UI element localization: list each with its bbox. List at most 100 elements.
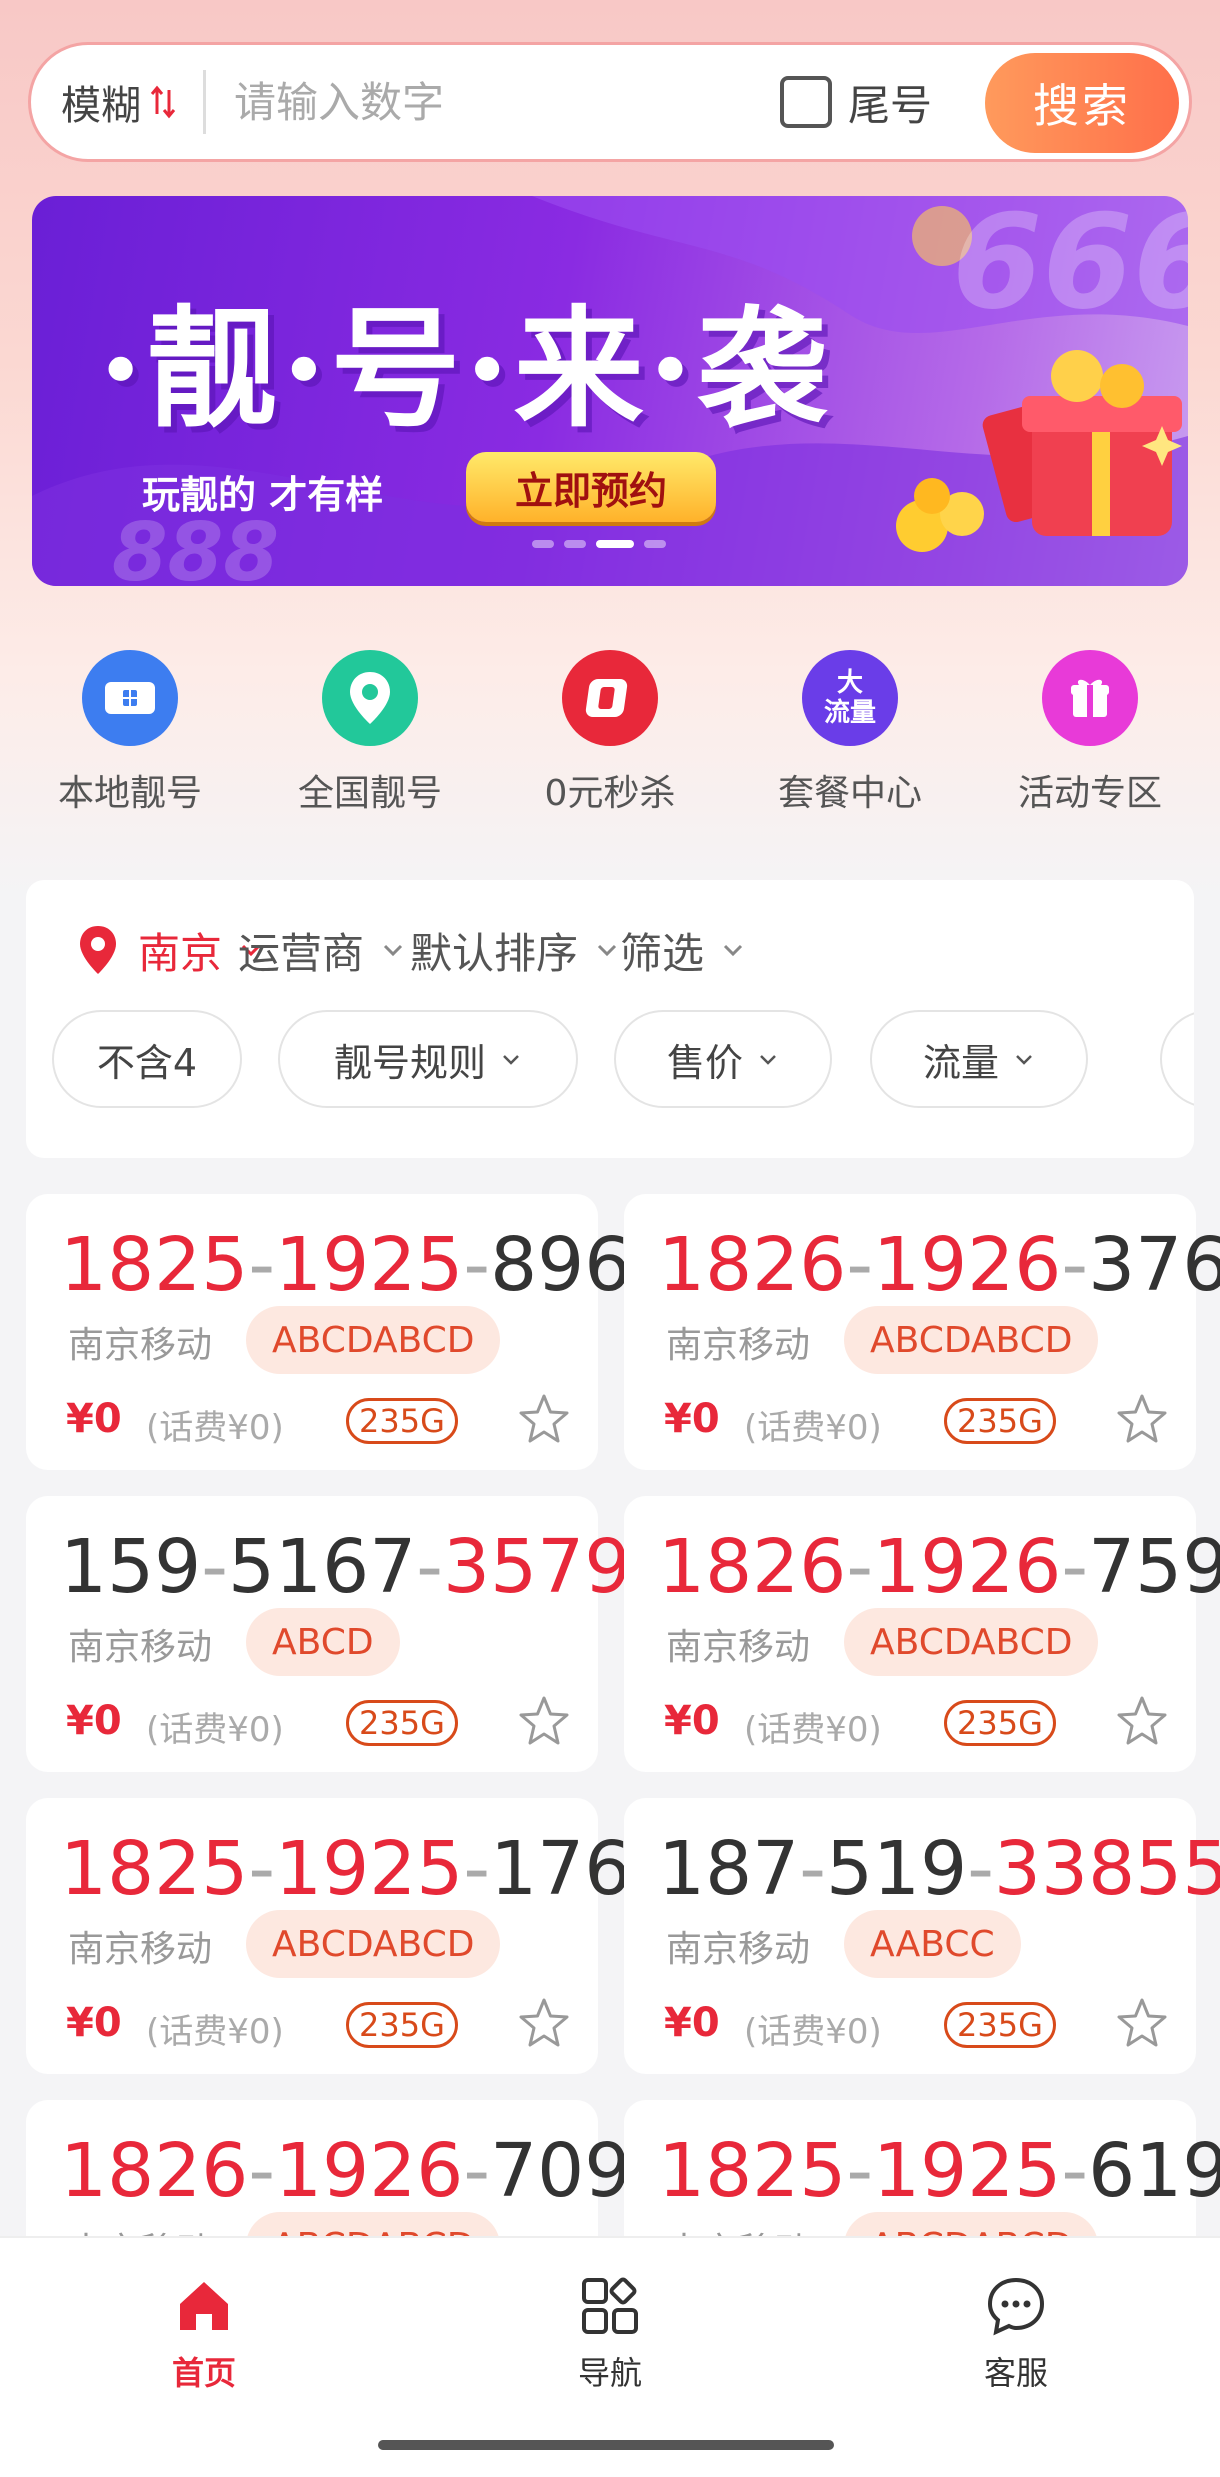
phone-number: 1825-1925-619 bbox=[658, 2128, 1220, 2214]
chip-data[interactable]: 流量 bbox=[870, 1010, 1088, 1108]
phone-number-part: 1926 bbox=[873, 1222, 1062, 1308]
phone-number-part: - bbox=[846, 1524, 874, 1610]
data-badge: 235G bbox=[944, 2002, 1056, 2048]
phone-fee: (话费¥0) bbox=[744, 1408, 882, 1448]
operator-label: 运营商 bbox=[238, 928, 365, 978]
star-icon[interactable] bbox=[1112, 1390, 1172, 1450]
phone-number-part: 1925 bbox=[873, 2128, 1062, 2214]
phone-number-part: - bbox=[463, 2128, 491, 2214]
phone-number-part: 176 bbox=[490, 1826, 632, 1912]
quick-package-center[interactable]: 大 流量 套餐中心 bbox=[740, 650, 960, 816]
chip-label: 售价 bbox=[666, 1040, 743, 1085]
quick-label: 套餐中心 bbox=[777, 773, 922, 814]
promo-banner[interactable]: 666 888 ·靓·号·来·袭 玩靓的 才有样 立即预约 bbox=[32, 196, 1188, 586]
banner-deco-666: 666 bbox=[952, 196, 1188, 338]
phone-number: 159-5167-3579 bbox=[60, 1524, 631, 1610]
carrier-location: 南京移动 bbox=[68, 1325, 213, 1366]
phone-number-part: 759 bbox=[1088, 1524, 1220, 1610]
carousel-dot[interactable] bbox=[644, 540, 666, 548]
nav-label: 客服 bbox=[983, 2354, 1048, 2392]
home-indicator bbox=[378, 2440, 834, 2450]
location-pin-icon bbox=[322, 650, 418, 746]
phone-number-part: 376 bbox=[1088, 1222, 1220, 1308]
phone-number: 1826-1926-709 bbox=[60, 2128, 631, 2214]
number-card[interactable]: 1825-1925-896 南京移动 ABCDABCD ¥0 (话费¥0) 235G bbox=[26, 1194, 631, 1470]
number-card[interactable]: 1825-1925-176 南京移动 ABCDABCD ¥0 (话费¥0) 235G bbox=[26, 1798, 631, 2074]
sort-label: 默认排序 bbox=[410, 928, 579, 978]
chevron-down-icon bbox=[597, 944, 617, 957]
phone-number-part: 1826 bbox=[60, 2128, 249, 2214]
swap-sort-icon bbox=[149, 82, 177, 122]
filter-tabs: 南京 运营商 默认排序 筛选 bbox=[26, 910, 1194, 990]
tail-number-checkbox[interactable]: 尾号 bbox=[780, 72, 932, 133]
chevron-down-icon bbox=[503, 1055, 519, 1065]
big-data-icon: 大 流量 bbox=[802, 650, 898, 746]
number-card[interactable]: 159-5167-3579 南京移动 ABCD ¥0 (话费¥0) 235G bbox=[26, 1496, 631, 1772]
price: ¥0 bbox=[664, 1396, 720, 1442]
pattern-tag: ABCDABCD bbox=[844, 1306, 1099, 1374]
chip-more[interactable] bbox=[1160, 1010, 1194, 1108]
screen-filter[interactable]: 筛选 bbox=[620, 910, 746, 990]
phone-number-part: - bbox=[463, 1826, 491, 1912]
banner-subtitle: 玩靓的 才有样 bbox=[142, 473, 384, 517]
pattern-tag: ABCD bbox=[246, 1608, 400, 1676]
city-filter[interactable]: 南京 bbox=[78, 910, 264, 990]
carousel-dot[interactable] bbox=[564, 540, 586, 548]
phone-number-part: - bbox=[416, 1524, 443, 1610]
phone-number-part: 159 bbox=[60, 1524, 202, 1610]
chat-icon bbox=[987, 2277, 1045, 2336]
quick-local-numbers[interactable]: 本地靓号 bbox=[20, 650, 240, 816]
nav-navigation[interactable]: 导航 bbox=[510, 2274, 710, 2394]
home-icon bbox=[180, 2282, 228, 2330]
quick-activity-zone[interactable]: 活动专区 bbox=[980, 650, 1200, 816]
nav-customer-service[interactable]: 客服 bbox=[916, 2274, 1116, 2394]
star-icon[interactable] bbox=[514, 1390, 574, 1450]
sort-filter[interactable]: 默认排序 bbox=[410, 910, 620, 990]
search-mode-toggle[interactable]: 模糊 bbox=[61, 73, 177, 131]
number-card[interactable]: 1826-1926-376 南京移动 ABCDABCD ¥0 (话费¥0) 235G bbox=[624, 1194, 1220, 1470]
chip-price[interactable]: 售价 bbox=[614, 1010, 832, 1108]
screen-label: 筛选 bbox=[620, 928, 705, 978]
quick-flash-sale[interactable]: 0元秒杀 bbox=[500, 650, 720, 816]
phone-number: 1826-1926-376 bbox=[658, 1222, 1220, 1308]
big-data-icon-text: 大 流量 bbox=[823, 668, 876, 728]
search-input[interactable] bbox=[234, 77, 774, 127]
phone-number-part: - bbox=[463, 1222, 491, 1308]
nav-label: 导航 bbox=[577, 2354, 642, 2392]
data-badge: 235G bbox=[944, 1700, 1056, 1746]
price: ¥0 bbox=[66, 1698, 122, 1744]
number-card[interactable]: 187-519-33855 南京移动 AABCC ¥0 (话费¥0) 235G bbox=[624, 1798, 1220, 2074]
phone-number-part: 1825 bbox=[658, 2128, 847, 2214]
carousel-dot[interactable] bbox=[532, 540, 554, 548]
nav-home[interactable]: 首页 bbox=[104, 2274, 304, 2394]
chip-label: 靓号规则 bbox=[333, 1040, 486, 1085]
reserve-button[interactable]: 立即预约 bbox=[466, 452, 716, 522]
phone-number-part: - bbox=[1061, 2128, 1089, 2214]
carousel-dot-active[interactable] bbox=[596, 540, 634, 548]
price: ¥0 bbox=[66, 2000, 122, 2046]
price: ¥0 bbox=[66, 1396, 122, 1442]
chip-no-four[interactable]: 不含4 bbox=[52, 1010, 242, 1108]
star-icon[interactable] bbox=[514, 1994, 574, 2054]
search-mode-label: 模糊 bbox=[61, 83, 141, 129]
phone-number-part: 709 bbox=[490, 2128, 632, 2214]
quick-national-numbers[interactable]: 全国靓号 bbox=[260, 650, 480, 816]
operator-filter[interactable]: 运营商 bbox=[238, 910, 406, 990]
carrier-location: 南京移动 bbox=[666, 1627, 811, 1668]
number-card[interactable]: 1826-1926-759 南京移动 ABCDABCD ¥0 (话费¥0) 235G bbox=[624, 1496, 1220, 1772]
phone-number-part: - bbox=[967, 1826, 994, 1912]
search-button[interactable]: 搜索 bbox=[985, 53, 1179, 153]
checkbox-box[interactable] bbox=[780, 76, 832, 128]
data-badge: 235G bbox=[346, 1700, 458, 1746]
sim-card-icon bbox=[82, 650, 178, 746]
star-icon[interactable] bbox=[1112, 1994, 1172, 2054]
star-icon[interactable] bbox=[514, 1692, 574, 1752]
phone-number-part: - bbox=[248, 2128, 276, 2214]
chevron-down-icon bbox=[1016, 1055, 1032, 1065]
quick-entry-row: 本地靓号 全国靓号 0元秒杀 大 流量 套餐中心 活动专区 bbox=[0, 650, 1220, 816]
phone-number-part: 187 bbox=[658, 1826, 800, 1912]
pattern-tag: ABCDABCD bbox=[246, 1910, 501, 1978]
phone-number-part: - bbox=[1061, 1524, 1089, 1610]
chip-number-rule[interactable]: 靓号规则 bbox=[278, 1010, 578, 1108]
star-icon[interactable] bbox=[1112, 1692, 1172, 1752]
